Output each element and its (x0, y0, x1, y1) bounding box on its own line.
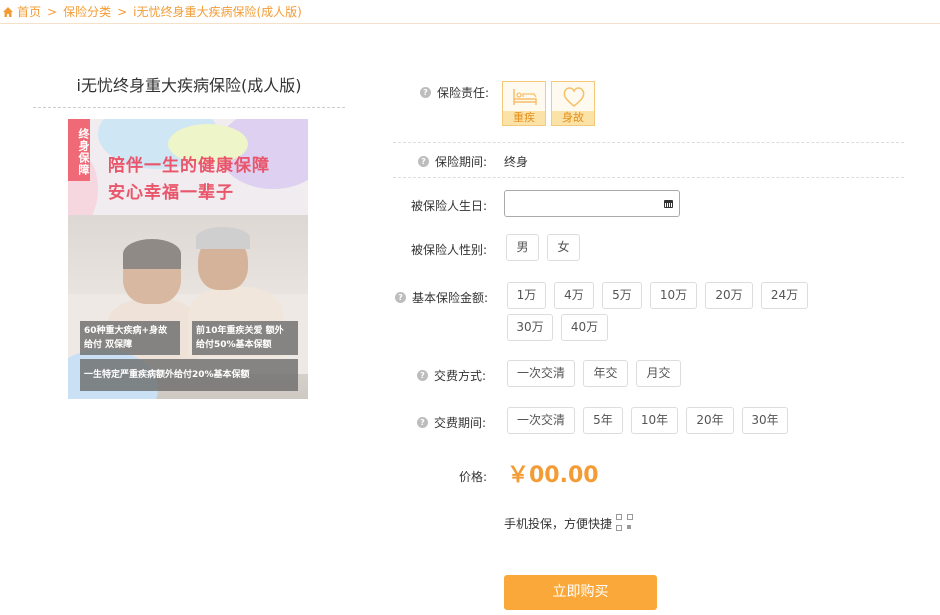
pay-period-option[interactable]: 30年 (742, 407, 788, 434)
banner-tag: 终身保障 (68, 119, 90, 181)
banner-caption-benefit2: 前10年重疾关爱 额外 给付50%基本保额 (192, 321, 298, 355)
amount-option[interactable]: 40万 (561, 314, 608, 341)
price-label: 价格: (459, 470, 488, 484)
banner-caption-line: 给付 双保障 (84, 340, 133, 350)
amount-option[interactable]: 5万 (602, 282, 642, 309)
responsibility-item-label: 身故 (552, 111, 594, 125)
banner-caption-line: 给付50%基本保额 (196, 340, 272, 350)
banner-caption-line: 前10年重疾关爱 额外 (196, 326, 284, 336)
breadcrumb: 首页 > 保险分类 > i无忧终身重大疾病保险(成人版) (0, 0, 940, 24)
amount-label: ? 基本保险金额: (395, 289, 488, 306)
pay-period-option[interactable]: 20年 (686, 407, 734, 434)
responsibility-label-text: 保险责任: (437, 86, 490, 100)
pay-method-option-annual[interactable]: 年交 (583, 360, 628, 387)
breadcrumb-category-link[interactable]: 保险分类 (63, 3, 111, 20)
amount-option[interactable]: 1万 (507, 282, 546, 309)
pay-period-option[interactable]: 一次交清 (507, 407, 575, 434)
banner-caption-benefit1: 60种重大疾病+身故 给付 双保障 (80, 321, 180, 355)
help-icon[interactable]: ? (417, 417, 428, 428)
banner-headline-line1: 陪伴一生的健康保障 (108, 156, 270, 176)
responsibility-item-label: 重疾 (503, 111, 545, 125)
pay-method-option-lump-sum[interactable]: 一次交清 (507, 360, 575, 387)
amount-label-text: 基本保险金额: (412, 291, 489, 305)
amount-option[interactable]: 30万 (507, 314, 553, 341)
birthday-date-input[interactable] (504, 190, 680, 217)
qrcode-icon[interactable] (616, 514, 634, 532)
banner-person-grandpa-hair (196, 227, 250, 249)
pay-method-option-monthly[interactable]: 月交 (636, 360, 681, 387)
section-divider (393, 142, 904, 143)
bed-icon (513, 89, 537, 105)
help-icon[interactable]: ? (395, 292, 406, 303)
responsibility-label: ? 保险责任: (420, 84, 489, 101)
breadcrumb-separator: > (47, 4, 58, 19)
breadcrumb-current: i无忧终身重大疾病保险(成人版) (133, 5, 302, 19)
banner-headline: 陪伴一生的健康保障 安心幸福一辈子 (108, 153, 270, 207)
price-value: ￥00.00 (507, 463, 599, 488)
banner-headline-line2: 安心幸福一辈子 (108, 183, 234, 203)
mobile-purchase: 手机投保，方便快捷 (504, 514, 634, 532)
home-icon (3, 6, 13, 17)
birthday-label: 被保险人生日: (411, 199, 488, 213)
pay-period-label-text: 交费期间: (434, 416, 487, 430)
gender-option-female[interactable]: 女 (547, 234, 580, 261)
period-label-text: 保险期间: (435, 155, 488, 169)
mobile-purchase-text: 手机投保，方便快捷 (504, 516, 613, 531)
calendar-icon[interactable] (664, 200, 673, 208)
amount-option[interactable]: 10万 (650, 282, 697, 309)
gender-option-male[interactable]: 男 (506, 234, 539, 261)
pay-method-label: ? 交费方式: (417, 367, 486, 384)
gender-label: 被保险人性别: (411, 243, 488, 257)
heart-icon (563, 87, 585, 107)
help-icon[interactable]: ? (420, 87, 431, 98)
breadcrumb-separator: > (117, 4, 128, 19)
pay-period-label: ? 交费期间: (417, 414, 486, 431)
responsibility-death-benefit[interactable]: 身故 (551, 81, 595, 126)
section-divider (393, 177, 904, 178)
pay-period-option[interactable]: 5年 (583, 407, 623, 434)
banner-caption-line: 60种重大疾病+身故 (84, 326, 168, 336)
banner-caption-benefit3: 一生特定严重疾病额外给付20%基本保额 (80, 359, 298, 391)
amount-option[interactable]: 4万 (554, 282, 594, 309)
amount-option[interactable]: 20万 (705, 282, 753, 309)
period-value: 终身 (504, 155, 529, 169)
responsibility-critical-illness[interactable]: 重疾 (502, 81, 546, 126)
help-icon[interactable]: ? (418, 156, 429, 167)
pay-period-option[interactable]: 10年 (631, 407, 678, 434)
product-banner-image: 终身保障 陪伴一生的健康保障 安心幸福一辈子 60种重大疾病+身故 给付 双保障… (68, 119, 308, 399)
period-label: ? 保险期间: (418, 153, 487, 170)
product-title: i无忧终身重大疾病保险(成人版) (33, 72, 345, 108)
pay-method-label-text: 交费方式: (434, 369, 487, 383)
help-icon[interactable]: ? (417, 370, 428, 381)
banner-person-grandma-hair (123, 239, 181, 269)
breadcrumb-home-link[interactable]: 首页 (17, 3, 41, 20)
amount-option[interactable]: 24万 (761, 282, 808, 309)
buy-now-button[interactable]: 立即购买 (504, 575, 657, 610)
